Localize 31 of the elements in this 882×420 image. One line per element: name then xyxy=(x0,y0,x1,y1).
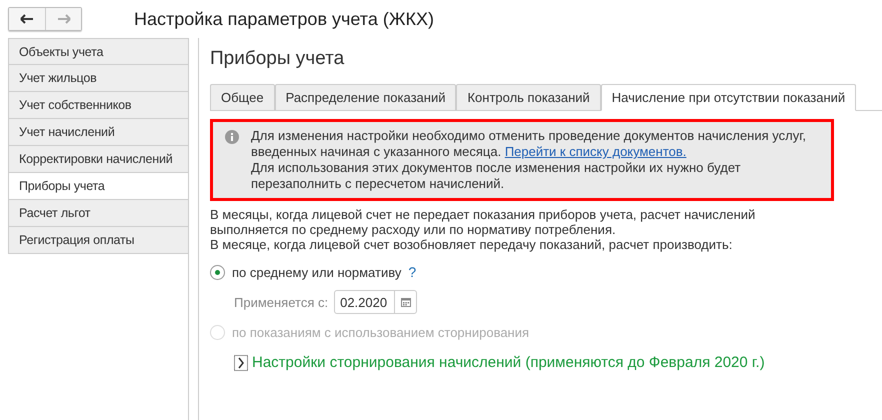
calendar-icon xyxy=(400,297,411,307)
tab[interactable]: Распределение показаний xyxy=(274,84,456,111)
description-text: В месяце, когда лицевой счет возобновляет передачу показаний, расчет производить: xyxy=(210,237,734,252)
help-link[interactable]: ? xyxy=(408,264,416,280)
back-button[interactable] xyxy=(9,8,45,30)
sidebar-item[interactable]: Объекты учета xyxy=(8,38,188,65)
tab[interactable]: Начисление при отсутствии показаний xyxy=(600,84,856,111)
tab[interactable]: Контроль показаний xyxy=(456,84,601,111)
field-label: Применяется с: xyxy=(234,294,328,310)
chevron-right-icon[interactable] xyxy=(234,354,248,370)
sidebar-item[interactable]: Учет жильцов xyxy=(8,65,188,92)
sidebar-item[interactable]: Корректировки начислений xyxy=(8,146,188,173)
info-icon xyxy=(225,130,239,144)
radio-button[interactable] xyxy=(210,264,225,280)
sidebar-item[interactable]: Регистрация оплаты xyxy=(8,227,188,254)
left-arrow-icon xyxy=(20,14,34,24)
sidebar-item[interactable]: Учет начислений xyxy=(8,119,188,146)
radio-label[interactable]: по среднему или нормативу xyxy=(232,264,402,280)
tab[interactable]: Общее xyxy=(210,84,275,111)
section-title[interactable]: Настройки сторнирования начислений (применяются до Февраля 2020 г.) xyxy=(252,354,765,371)
sidebar-item[interactable]: Приборы учета xyxy=(8,173,188,200)
date-field[interactable]: 02.2020 xyxy=(334,290,418,314)
sidebar-item[interactable]: Учет собственников xyxy=(8,92,188,119)
right-arrow-icon xyxy=(56,14,70,24)
sidebar-item[interactable]: Расчет льгот xyxy=(8,200,188,227)
description-text: В месяцы, когда лицевой счет не передает показания приборов учета, расчет начислений выполняется по среднему расходу или по нормативу потребления. xyxy=(210,207,756,237)
info-text: Для изменения настройки необходимо отменить проведение документов начисления услуг, введенных начиная с указанного месяца. Перейти к списку документов. xyxy=(251,128,807,160)
documents-link[interactable]: Перейти к списку документов. xyxy=(504,144,686,159)
window-title: Настройка параметров учета (ЖКХ) xyxy=(134,8,434,30)
info-text: Для использования этих документов после изменения настройки их нужно будет перезаполнить с пересчетом начислений. xyxy=(251,160,742,192)
page-title: Приборы учета xyxy=(210,48,346,71)
